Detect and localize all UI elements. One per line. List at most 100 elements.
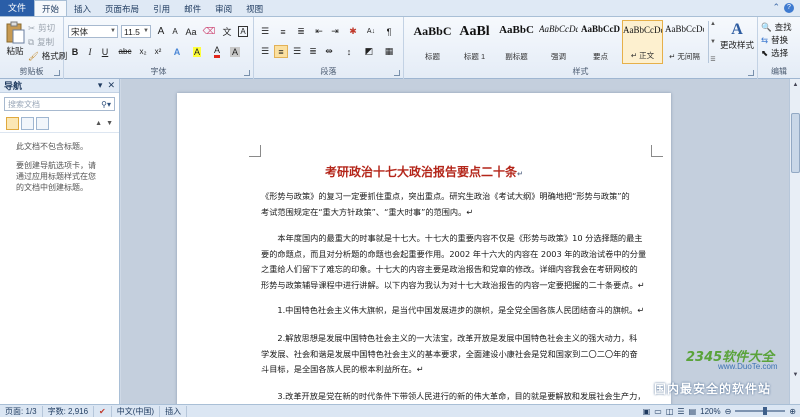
- strikethrough-button[interactable]: abc: [116, 45, 134, 58]
- tab-page-layout[interactable]: 页面布局: [98, 1, 146, 16]
- tab-view[interactable]: 视图: [239, 1, 270, 16]
- styles-launcher[interactable]: [748, 70, 754, 76]
- numbering-button[interactable]: ≡: [276, 25, 290, 38]
- italic-button[interactable]: I: [83, 45, 97, 58]
- draft-icon[interactable]: ▤: [689, 407, 697, 416]
- zoom-level[interactable]: 120%: [700, 407, 720, 416]
- zoom-slider[interactable]: [735, 407, 786, 415]
- shrink-font-button[interactable]: A: [168, 25, 182, 38]
- tab-references[interactable]: 引用: [146, 1, 177, 16]
- scroll-up-icon[interactable]: ▲: [791, 80, 800, 90]
- tab-file[interactable]: 文件: [0, 0, 35, 16]
- browse-pages-tab[interactable]: [21, 117, 34, 130]
- highlight-button[interactable]: A: [190, 45, 204, 58]
- chinese-layout-button[interactable]: ✱: [346, 25, 360, 38]
- vertical-scrollbar[interactable]: ▲ ▼: [789, 79, 800, 404]
- browse-headings-tab[interactable]: [6, 117, 19, 130]
- paragraph-4[interactable]: 2.解放思想是发展中国特色社会主义的一大法宝，改革开放是发展中国特色社会主义的强…: [261, 331, 661, 378]
- font-color-button[interactable]: A: [210, 45, 224, 58]
- paragraph-3[interactable]: 1.中国特色社会主义伟大旗帜，是当代中国发展进步的旗帜，是全党全国各族人民团结奋…: [261, 303, 661, 319]
- increase-indent-button[interactable]: ⇥: [328, 25, 342, 38]
- outline-icon[interactable]: ☰: [677, 407, 684, 416]
- char-border-button[interactable]: A: [236, 25, 250, 38]
- shading-button[interactable]: ◩: [362, 45, 376, 58]
- phonetic-guide-button[interactable]: 文: [220, 25, 234, 38]
- scroll-thumb[interactable]: [791, 113, 800, 173]
- prev-heading-icon[interactable]: ▲: [95, 120, 102, 127]
- help-icon[interactable]: ?: [784, 2, 794, 13]
- status-page[interactable]: 页面: 1/3: [0, 405, 43, 417]
- font-launcher[interactable]: [244, 70, 250, 76]
- status-mode[interactable]: 插入: [160, 405, 188, 417]
- style-subtitle[interactable]: AaBbC 副标题: [496, 20, 537, 64]
- grow-font-button[interactable]: A: [154, 25, 168, 38]
- font-name-combo[interactable]: 宋体 ▼: [68, 25, 118, 38]
- scroll-down-icon[interactable]: ▼: [791, 370, 800, 380]
- browse-results-tab[interactable]: [36, 117, 49, 130]
- format-painter-button[interactable]: 🖌 格式刷: [28, 50, 67, 62]
- distributed-button[interactable]: ⇹: [322, 45, 336, 58]
- status-words[interactable]: 字数: 2,916: [43, 405, 95, 417]
- show-marks-button[interactable]: ¶: [382, 25, 396, 38]
- print-layout-icon[interactable]: ▣: [643, 407, 651, 416]
- document-title[interactable]: 考研政治十七大政治报告要点二十条↵: [177, 163, 671, 180]
- align-right-button[interactable]: ☰: [290, 45, 304, 58]
- zoom-slider-thumb[interactable]: [763, 407, 768, 415]
- styles-scroll[interactable]: ▲ ▼ ☰: [708, 21, 717, 63]
- align-left-button[interactable]: ☰: [258, 45, 272, 58]
- clear-format-button[interactable]: ⌫: [202, 25, 216, 38]
- paragraph-launcher[interactable]: [394, 70, 400, 76]
- align-center-button[interactable]: ≡: [274, 45, 288, 58]
- text-effects-button[interactable]: A: [170, 45, 184, 58]
- style-no-spacing[interactable]: AaBbCcDc ↵ 无间隔: [664, 20, 705, 64]
- tab-mailings[interactable]: 邮件: [177, 1, 208, 16]
- style-emphasis[interactable]: AaBbCcDd 强调: [538, 20, 579, 64]
- next-heading-icon[interactable]: ▼: [106, 120, 113, 127]
- copy-button[interactable]: ⧉ 复制: [28, 36, 54, 48]
- web-layout-icon[interactable]: ◫: [666, 407, 674, 416]
- chevron-down-icon[interactable]: ▾: [98, 80, 103, 91]
- sort-button[interactable]: A↓: [364, 25, 378, 38]
- paragraph-1[interactable]: 《形势与政策》的复习一定要抓住重点，突出重点。研究生政治《考试大纲》明确地把“形…: [261, 189, 661, 220]
- status-proofing[interactable]: ✔: [94, 405, 112, 417]
- multilevel-list-icon: ≣: [297, 26, 305, 36]
- tab-home[interactable]: 开始: [34, 0, 68, 16]
- paragraph-5[interactable]: 3.改革开放是党在新的时代条件下带领人民进行的新的伟大革命，目的就是要解放和发展…: [261, 389, 661, 404]
- style-normal[interactable]: AaBbCcDc ↵ 正文: [622, 20, 663, 64]
- close-icon[interactable]: ✕: [107, 80, 115, 91]
- superscript-button[interactable]: x²: [151, 45, 165, 58]
- style-strong[interactable]: AaBbCcD 要点: [580, 20, 621, 64]
- bullets-button[interactable]: ☰: [258, 25, 272, 38]
- find-button[interactable]: 🔍 查找: [761, 21, 792, 33]
- multilevel-list-button[interactable]: ≣: [294, 25, 308, 38]
- borders-button[interactable]: ▦: [382, 45, 396, 58]
- bold-button[interactable]: B: [68, 45, 82, 58]
- document-page[interactable]: 考研政治十七大政治报告要点二十条↵ 《形势与政策》的复习一定要抓住重点，突出重点…: [177, 93, 671, 404]
- tab-insert[interactable]: 插入: [67, 1, 98, 16]
- full-screen-icon[interactable]: ▭: [654, 407, 662, 416]
- paste-button[interactable]: 粘贴: [4, 21, 26, 57]
- minimize-ribbon-icon[interactable]: ⌃: [772, 2, 780, 13]
- style-title[interactable]: AaBbC 标题: [412, 20, 453, 64]
- underline-button[interactable]: U: [98, 45, 112, 58]
- zoom-out-icon[interactable]: ⊖: [725, 407, 732, 416]
- line-spacing-button[interactable]: ↕: [342, 45, 356, 58]
- style-heading-1[interactable]: AaBl 标题 1: [454, 20, 495, 64]
- justify-button[interactable]: ≣: [306, 45, 320, 58]
- clipboard-launcher[interactable]: [54, 70, 60, 76]
- char-shading-button[interactable]: A: [228, 45, 242, 58]
- select-button[interactable]: ⬉ 选择: [761, 47, 788, 59]
- subscript-button[interactable]: x₂: [136, 45, 150, 58]
- search-icon[interactable]: ⚲▾: [101, 100, 111, 109]
- paragraph-2[interactable]: 本年度国内的最重大的时事就是十七大。十七大的重要内容不仅是《形势与政策》10 分…: [261, 231, 661, 293]
- decrease-indent-button[interactable]: ⇤: [312, 25, 326, 38]
- cut-button[interactable]: ✂ 剪切: [28, 22, 55, 34]
- font-size-combo[interactable]: 11.5 ▼: [121, 25, 151, 38]
- change-case-button[interactable]: Aa: [184, 25, 198, 38]
- tab-review[interactable]: 审阅: [208, 1, 239, 16]
- nav-search-input[interactable]: 搜索文档 ⚲▾: [4, 97, 115, 111]
- change-styles-button[interactable]: A 更改样式: [720, 21, 754, 51]
- zoom-in-icon[interactable]: ⊕: [789, 407, 796, 416]
- status-language[interactable]: 中文(中国): [112, 405, 161, 417]
- replace-button[interactable]: ⇆ 替换: [761, 34, 788, 46]
